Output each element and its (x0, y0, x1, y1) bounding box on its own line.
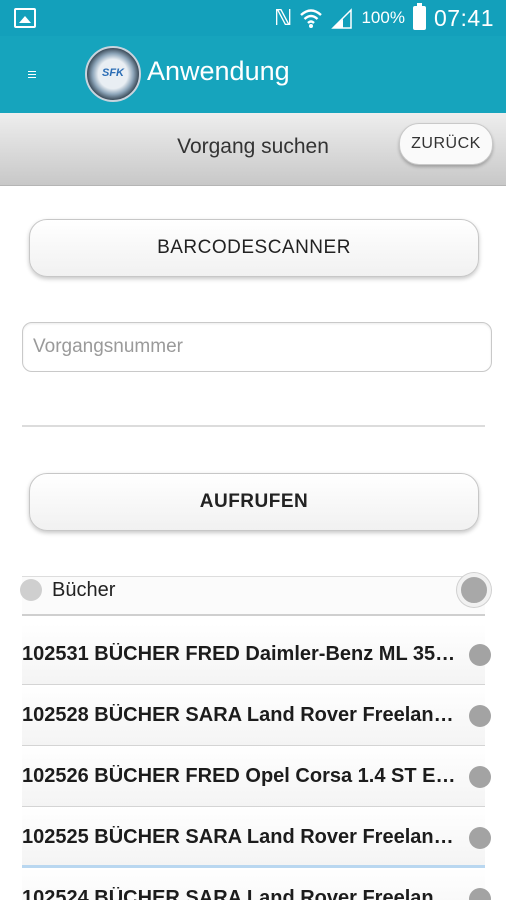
gallery-icon (14, 8, 36, 28)
list-item-label: 102531 BÜCHER FRED Daimler-Benz ML 350 4… (22, 643, 462, 665)
radio-icon[interactable] (20, 579, 42, 601)
list-item[interactable]: 102524 BÜCHER SARA Land Rover Freelander (22, 868, 491, 900)
status-dot-icon (469, 827, 491, 849)
status-icons: ℕ 100% 07:41 (274, 3, 494, 32)
divider (22, 425, 485, 427)
nfc-icon: ℕ (274, 5, 292, 30)
app-logo: SFK (85, 46, 141, 102)
menu-icon[interactable] (28, 71, 40, 79)
status-dot-icon (469, 644, 491, 666)
battery-percent: 100% (361, 8, 405, 27)
barcode-scanner-button[interactable]: BARCODESCANNER (29, 219, 479, 277)
sub-header: Vorgang suchen ZURÜCK (0, 113, 506, 186)
list-item[interactable]: 102525 BÜCHER SARA Land Rover Freelander (22, 807, 491, 868)
wifi-icon (300, 9, 323, 28)
back-button[interactable]: ZURÜCK (399, 123, 493, 165)
open-button[interactable]: AUFRUFEN (29, 473, 479, 531)
list-item[interactable]: 102526 BÜCHER FRED Opel Corsa 1.4 ST Edi… (22, 746, 491, 807)
list-item-label: 102524 BÜCHER SARA Land Rover Freelander (22, 887, 462, 900)
status-bar: ℕ 100% 07:41 (0, 0, 506, 36)
status-dot-icon (469, 705, 491, 727)
app-title: Anwendung (147, 56, 290, 86)
result-list: 102531 BÜCHER FRED Daimler-Benz ML 350 4… (22, 624, 491, 900)
order-number-input[interactable] (22, 322, 492, 372)
status-dot-icon (469, 766, 491, 788)
clock: 07:41 (433, 4, 494, 31)
signal-icon (331, 8, 353, 29)
filter-label: Bücher (52, 579, 116, 601)
clear-filter-icon[interactable] (457, 573, 491, 607)
list-item-label: 102526 BÜCHER FRED Opel Corsa 1.4 ST Edi… (22, 765, 462, 787)
list-item[interactable]: 102531 BÜCHER FRED Daimler-Benz ML 350 4… (22, 624, 491, 685)
list-item-label: 102528 BÜCHER SARA Land Rover Freelander (22, 704, 462, 726)
list-item[interactable]: 102528 BÜCHER SARA Land Rover Freelander (22, 685, 491, 746)
status-dot-icon (469, 888, 491, 900)
battery-icon (412, 3, 426, 30)
logo-text: SFK (102, 67, 124, 79)
list-item-label: 102525 BÜCHER SARA Land Rover Freelander (22, 826, 462, 848)
app-bar: SFK Anwendung (0, 36, 506, 113)
filter-row[interactable]: Bücher (20, 573, 491, 616)
